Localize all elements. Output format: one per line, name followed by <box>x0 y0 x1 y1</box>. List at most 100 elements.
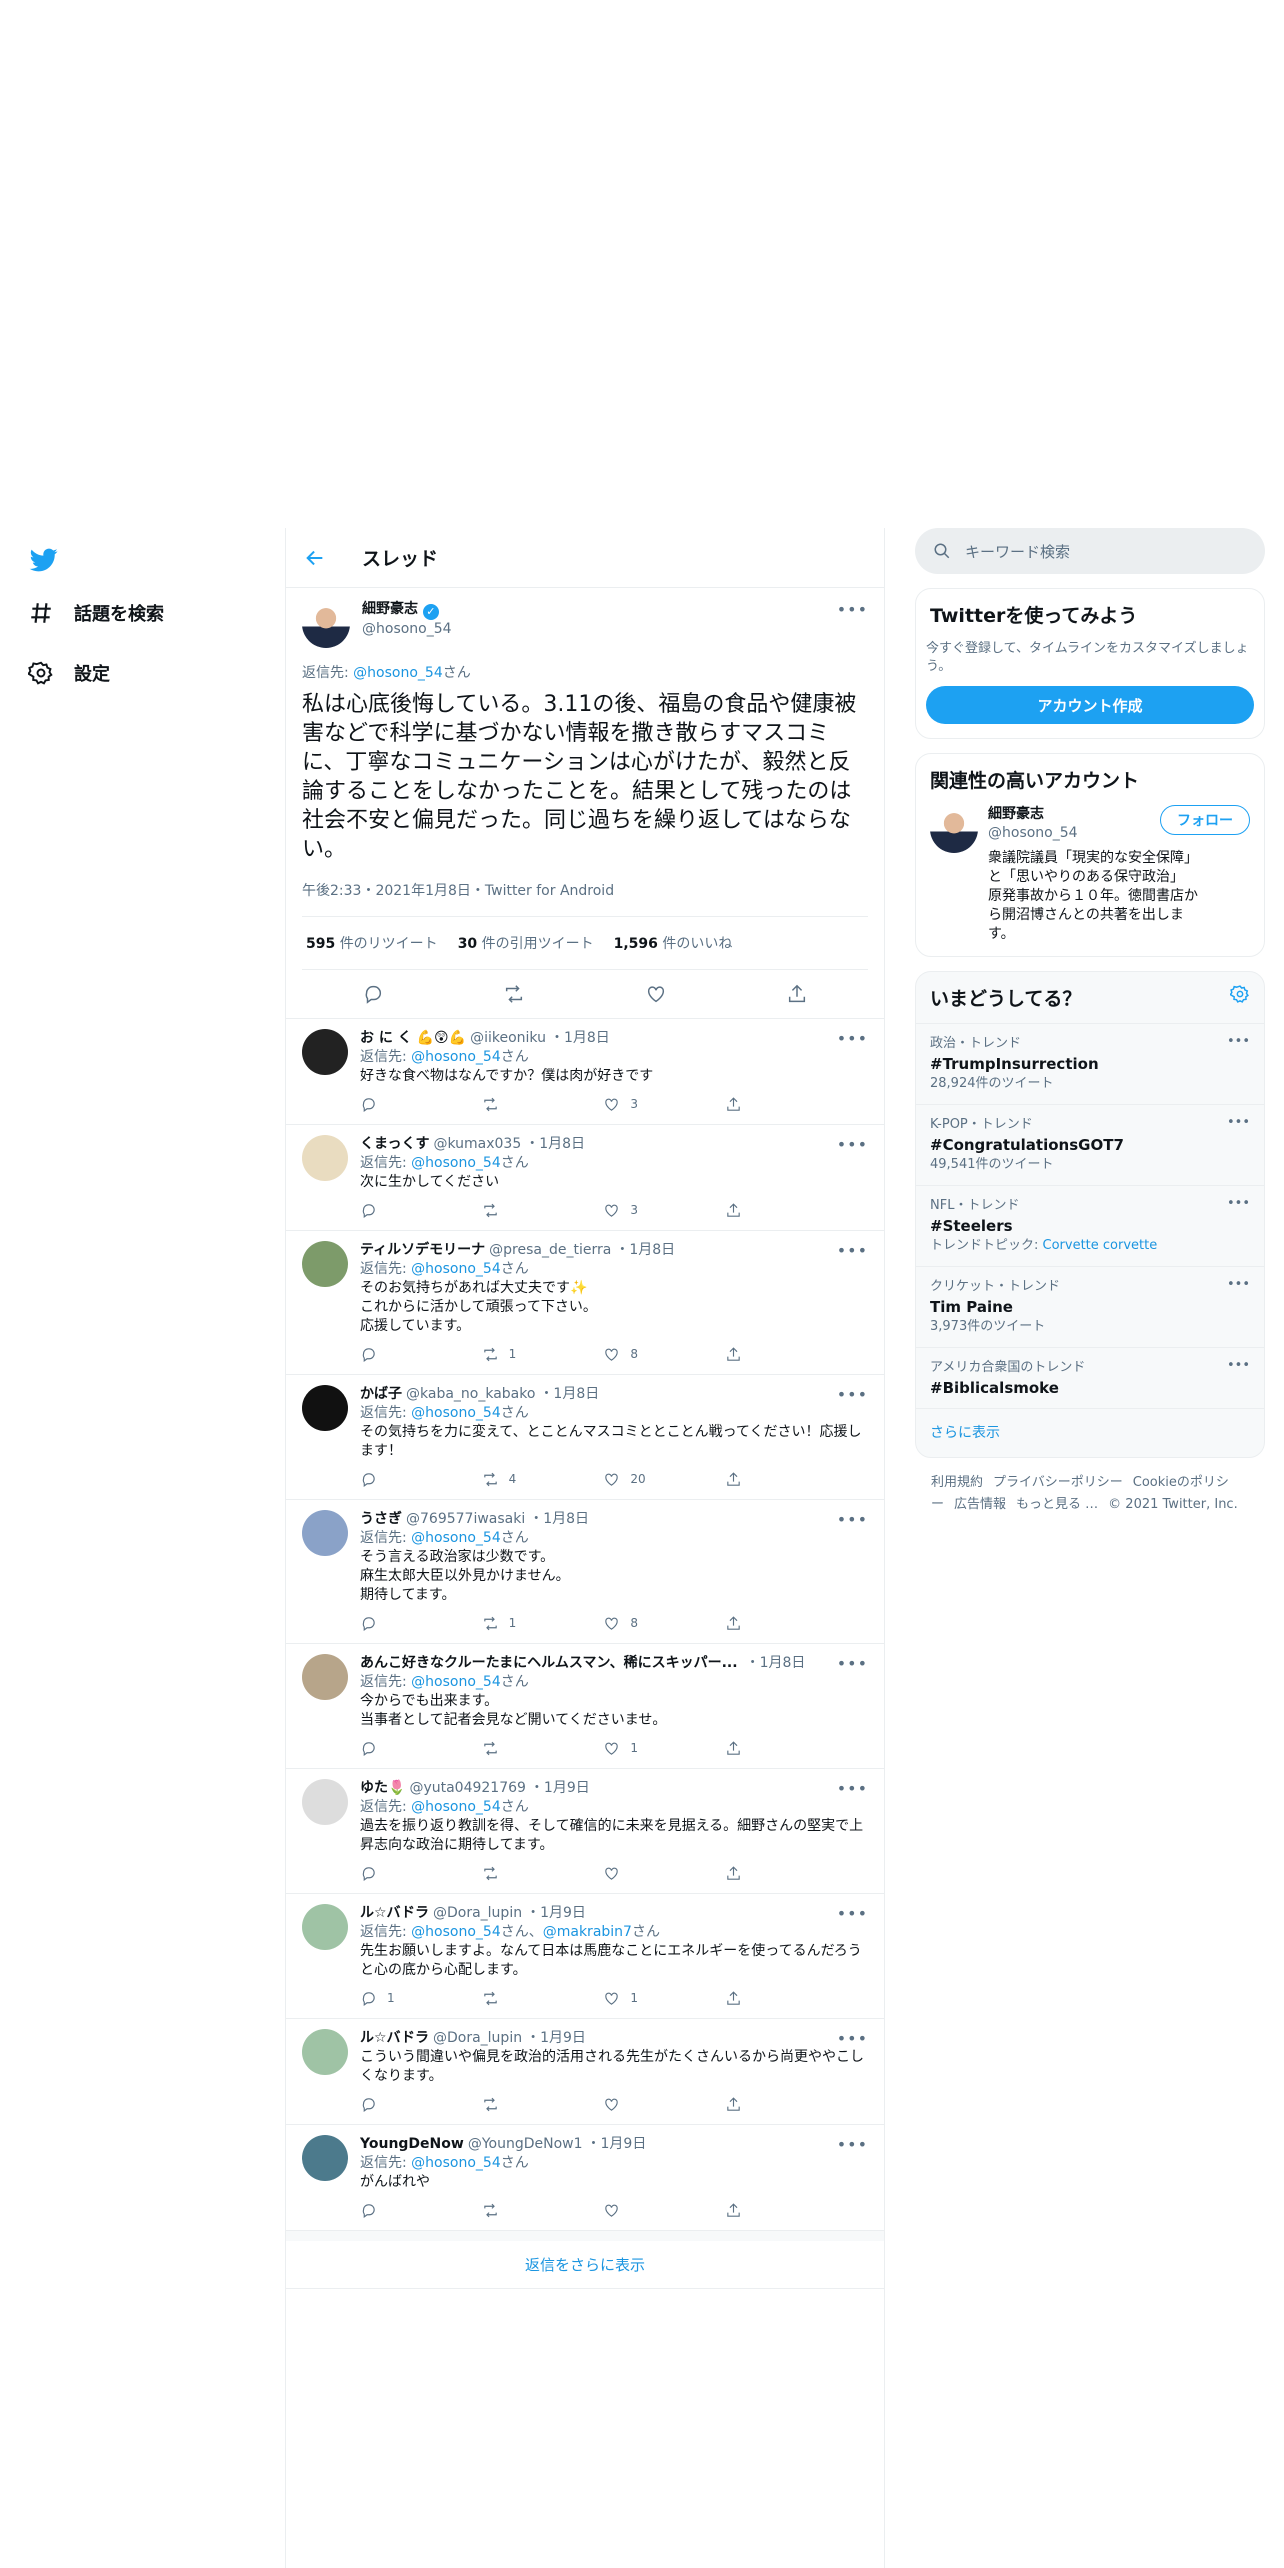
more-options-icon[interactable]: ••• <box>837 1510 868 1529</box>
share-button[interactable] <box>725 1865 785 1882</box>
retweet-button[interactable]: 1 <box>482 1345 542 1364</box>
more-options-icon[interactable]: ••• <box>837 1904 868 1923</box>
mention-link[interactable]: @hosono_54 <box>411 1155 501 1171</box>
reply-tweet[interactable]: ティルソデモリーナ @presa_de_tierra ・1月8日 返信先: @hoso… <box>286 1231 884 1375</box>
mention-link[interactable]: @makrabin7 <box>543 1924 632 1940</box>
footer-link[interactable]: 広告情報 <box>954 1497 1006 1512</box>
twitter-logo-icon[interactable] <box>28 546 60 574</box>
mention-link[interactable]: @hosono_54 <box>411 1924 501 1940</box>
reply-author-handle[interactable]: @presa_de_tierra <box>489 1241 611 1260</box>
more-options-icon[interactable]: ••• <box>1227 1194 1250 1214</box>
reply-author-name[interactable]: ル☆バドラ <box>360 2029 429 2048</box>
more-options-icon[interactable]: ••• <box>837 600 868 619</box>
reply-author-name[interactable]: ル☆バドラ <box>360 1904 429 1923</box>
reply-button[interactable] <box>360 2096 420 2113</box>
retweet-button[interactable] <box>482 1096 542 1113</box>
reply-author-handle[interactable]: @iikeoniku <box>470 1029 546 1048</box>
more-options-icon[interactable]: ••• <box>1227 1113 1250 1133</box>
reply-tweet[interactable]: うさぎ @769577iwasaki ・1月8日 返信先: @hosono_54さんそ… <box>286 1500 884 1644</box>
avatar[interactable] <box>302 1135 348 1181</box>
reply-button[interactable] <box>360 2202 420 2219</box>
like-button[interactable]: 1 <box>603 1989 663 2008</box>
reply-tweet[interactable]: くまっくす @kumax035 ・1月8日 返信先: @hosono_54さん 次に生か… <box>286 1125 884 1231</box>
retweet-button[interactable]: 4 <box>482 1470 542 1489</box>
reply-author-name[interactable]: ゆた🌷 <box>360 1779 405 1798</box>
more-options-icon[interactable]: ••• <box>1227 1032 1250 1052</box>
reply-tweet[interactable]: あんこ好きなクルーたまにヘルムスマン、稀にスキッパー... ・1月8日 返信先: @… <box>286 1644 884 1769</box>
show-more-replies[interactable]: 返信をさらに表示 <box>286 2231 884 2289</box>
like-button[interactable]: 3 <box>603 1095 663 1114</box>
follow-button[interactable]: フォロー <box>1160 805 1250 835</box>
mention-link[interactable]: @hosono_54 <box>411 1530 501 1546</box>
share-button[interactable] <box>725 1740 785 1757</box>
reply-author-handle[interactable]: @Dora_lupin <box>433 2029 522 2048</box>
reply-icon[interactable] <box>362 983 384 1005</box>
reply-button[interactable]: 1 <box>360 1989 420 2008</box>
share-button[interactable] <box>725 1096 785 1113</box>
more-options-icon[interactable]: ••• <box>837 1385 868 1404</box>
reply-author-name[interactable]: ティルソデモリーナ <box>360 1241 485 1260</box>
reply-date[interactable]: ・1月9日 <box>587 2135 647 2154</box>
avatar[interactable] <box>302 2029 348 2075</box>
avatar[interactable] <box>302 1385 348 1431</box>
reply-author-handle[interactable]: @Dora_lupin <box>433 1904 522 1923</box>
share-icon[interactable] <box>786 983 808 1005</box>
avatar[interactable] <box>302 2135 348 2181</box>
like-button[interactable]: 3 <box>603 1201 663 1220</box>
reply-button[interactable] <box>360 1346 420 1363</box>
share-button[interactable] <box>725 1990 785 2007</box>
nav-explore[interactable]: 話題を検索 <box>28 600 164 626</box>
reply-date[interactable]: ・1月8日 <box>550 1029 610 1048</box>
reply-tweet[interactable]: ル☆バドラ @Dora_lupin ・1月9日 こういう間違いや偏見を政治的活用される… <box>286 2019 884 2125</box>
footer-link[interactable]: 利用規約 <box>931 1475 983 1490</box>
avatar[interactable] <box>930 805 978 853</box>
more-options-icon[interactable]: ••• <box>837 1241 868 1260</box>
share-button[interactable] <box>725 1346 785 1363</box>
reply-date[interactable]: ・1月8日 <box>746 1654 806 1673</box>
author-name[interactable]: 細野豪志 ✓ <box>362 600 452 620</box>
mention-link[interactable]: @hosono_54 <box>411 1261 501 1277</box>
like-button[interactable]: 8 <box>603 1345 663 1364</box>
like-button[interactable]: 8 <box>603 1614 663 1633</box>
retweet-icon[interactable] <box>503 983 525 1005</box>
retweet-count[interactable]: 595 件のリツイート <box>306 933 438 953</box>
retweet-button[interactable] <box>482 1865 542 1882</box>
avatar[interactable] <box>302 1241 348 1287</box>
mention-link[interactable]: @hosono_54 <box>411 2155 501 2171</box>
back-arrow-icon[interactable] <box>304 547 326 569</box>
reply-author-name[interactable]: YoungDeNow <box>360 2135 464 2154</box>
like-button[interactable] <box>603 2202 663 2219</box>
like-button[interactable]: 1 <box>603 1739 663 1758</box>
reply-author-handle[interactable]: @769577iwasaki <box>406 1510 525 1529</box>
reply-button[interactable] <box>360 1615 420 1632</box>
share-button[interactable] <box>725 1202 785 1219</box>
avatar[interactable] <box>302 1654 348 1700</box>
mention-link[interactable]: @hosono_54 <box>411 1405 501 1421</box>
trend-item[interactable]: アメリカ合衆国のトレンド #Biblicalsmoke ••• <box>916 1347 1264 1408</box>
mention-link[interactable]: @hosono_54 <box>411 1049 501 1065</box>
footer-link[interactable]: © 2021 Twitter, Inc. <box>1108 1497 1238 1512</box>
trend-item[interactable]: NFL・トレンド #Steelers トレンドトピック: Corvette corv… <box>916 1185 1264 1266</box>
retweet-button[interactable] <box>482 1990 542 2007</box>
reply-author-handle[interactable]: @kaba_no_kabako <box>406 1385 535 1404</box>
reply-author-name[interactable]: うさぎ <box>360 1510 402 1529</box>
like-button[interactable] <box>603 1865 663 1882</box>
reply-author-name[interactable]: くまっくす <box>360 1135 429 1154</box>
more-options-icon[interactable]: ••• <box>1227 1275 1250 1295</box>
retweet-button[interactable]: 1 <box>482 1614 542 1633</box>
reply-tweet[interactable]: お に く 💪😲💪 @iikeoniku ・1月8日 返信先: @hosono_54さ… <box>286 1019 884 1125</box>
footer-link[interactable]: もっと見る … <box>1016 1497 1098 1512</box>
reply-date[interactable]: ・1月8日 <box>525 1135 585 1154</box>
reply-author-handle[interactable]: @YoungDeNow1 <box>468 2135 583 2154</box>
related-account[interactable]: 細野豪志 @hosono_54 衆議院議員「現実的な安全保障」と「思いやりのある… <box>916 805 1264 956</box>
retweet-button[interactable] <box>482 1740 542 1757</box>
search-input[interactable]: キーワード検索 <box>915 528 1265 574</box>
nav-settings[interactable]: 設定 <box>28 660 110 686</box>
author-handle[interactable]: @hosono_54 <box>362 620 452 639</box>
reply-date[interactable]: ・1月9日 <box>526 1904 586 1923</box>
mention-link[interactable]: @hosono_54 <box>411 1799 501 1815</box>
reply-date[interactable]: ・1月8日 <box>539 1385 599 1404</box>
more-options-icon[interactable]: ••• <box>837 1654 868 1673</box>
retweet-button[interactable] <box>482 2096 542 2113</box>
avatar[interactable] <box>302 1510 348 1556</box>
